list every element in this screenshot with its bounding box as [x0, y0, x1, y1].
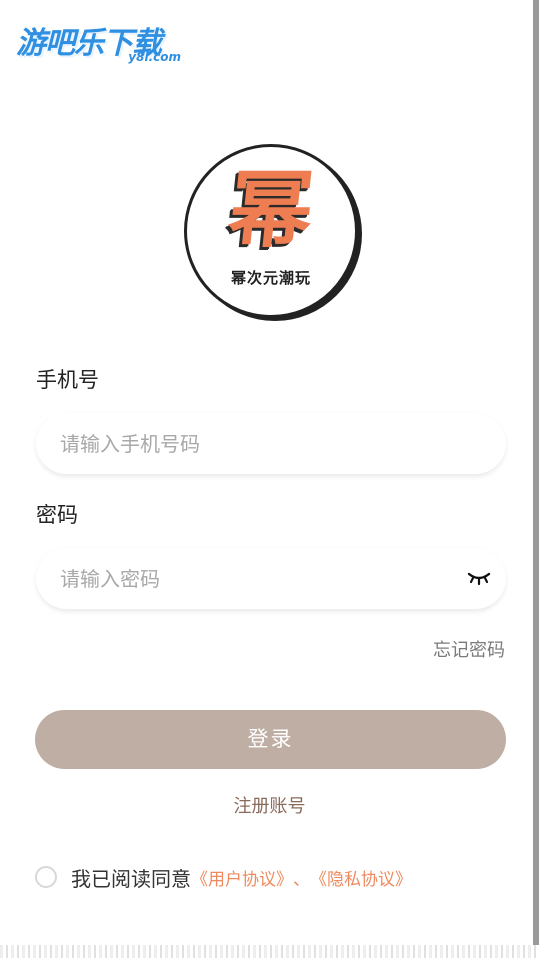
forgot-password-link[interactable]: 忘记密码 [433, 636, 505, 662]
phone-label: 手机号 [36, 368, 99, 392]
agreement-row: 我已阅读同意 《用户协议》 、 《隐私协议》 [35, 862, 412, 892]
password-label: 密码 [36, 503, 78, 527]
bottom-noise-strip [0, 945, 539, 958]
agreement-separator: 、 [293, 869, 310, 890]
password-field[interactable] [36, 548, 506, 610]
phone-field[interactable] [36, 413, 506, 475]
watermark-logo: 游吧乐下载 y8l.com [14, 14, 189, 68]
password-input[interactable] [58, 548, 462, 610]
app-logo: 幂 幂次元潮玩 [184, 144, 358, 318]
agreement-prefix: 我已阅读同意 [71, 866, 191, 891]
watermark-domain: y8l.com [128, 50, 181, 64]
user-agreement-link[interactable]: 《用户协议》 [191, 865, 293, 890]
register-link[interactable]: 注册账号 [0, 792, 539, 818]
logo-text: 幂次元潮玩 [230, 269, 311, 287]
agreement-checkbox[interactable] [35, 866, 57, 888]
login-button[interactable]: 登录 [35, 710, 506, 769]
logo-glyph: 幂 [223, 161, 319, 259]
eye-closed-icon[interactable] [466, 566, 492, 590]
phone-input[interactable] [58, 413, 462, 475]
privacy-agreement-link[interactable]: 《隐私协议》 [310, 865, 412, 890]
